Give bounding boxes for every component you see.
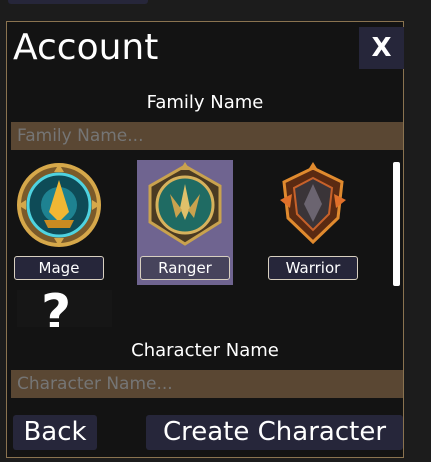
random-class-card[interactable]: ? (17, 290, 112, 327)
class-grid-scrollbar[interactable] (393, 162, 400, 286)
ranger-emblem-icon (148, 162, 222, 246)
class-button-ranger[interactable]: Ranger (140, 256, 230, 280)
panel-title: Account (13, 27, 159, 68)
family-name-input[interactable] (11, 122, 403, 150)
class-button-warrior[interactable]: Warrior (268, 256, 358, 280)
account-panel: Account X Family Name Mage (6, 21, 404, 458)
class-button-mage[interactable]: Mage (14, 256, 104, 280)
mage-emblem-icon (17, 163, 101, 247)
character-name-label: Character Name (131, 340, 279, 361)
family-name-label: Family Name (146, 92, 264, 113)
back-button[interactable]: Back (13, 415, 97, 450)
class-card-mage[interactable]: Mage (11, 160, 107, 285)
warrior-emblem-icon (280, 162, 346, 245)
top-bar-fragment (8, 0, 148, 4)
class-grid: Mage Ranger Warrior ? (7, 157, 403, 327)
class-card-warrior[interactable]: Warrior (265, 160, 361, 285)
character-name-input[interactable] (11, 370, 403, 398)
close-button[interactable]: X (359, 27, 404, 69)
class-card-ranger[interactable]: Ranger (137, 160, 233, 285)
create-character-button[interactable]: Create Character (146, 415, 403, 450)
question-mark-icon: ? (41, 290, 72, 327)
